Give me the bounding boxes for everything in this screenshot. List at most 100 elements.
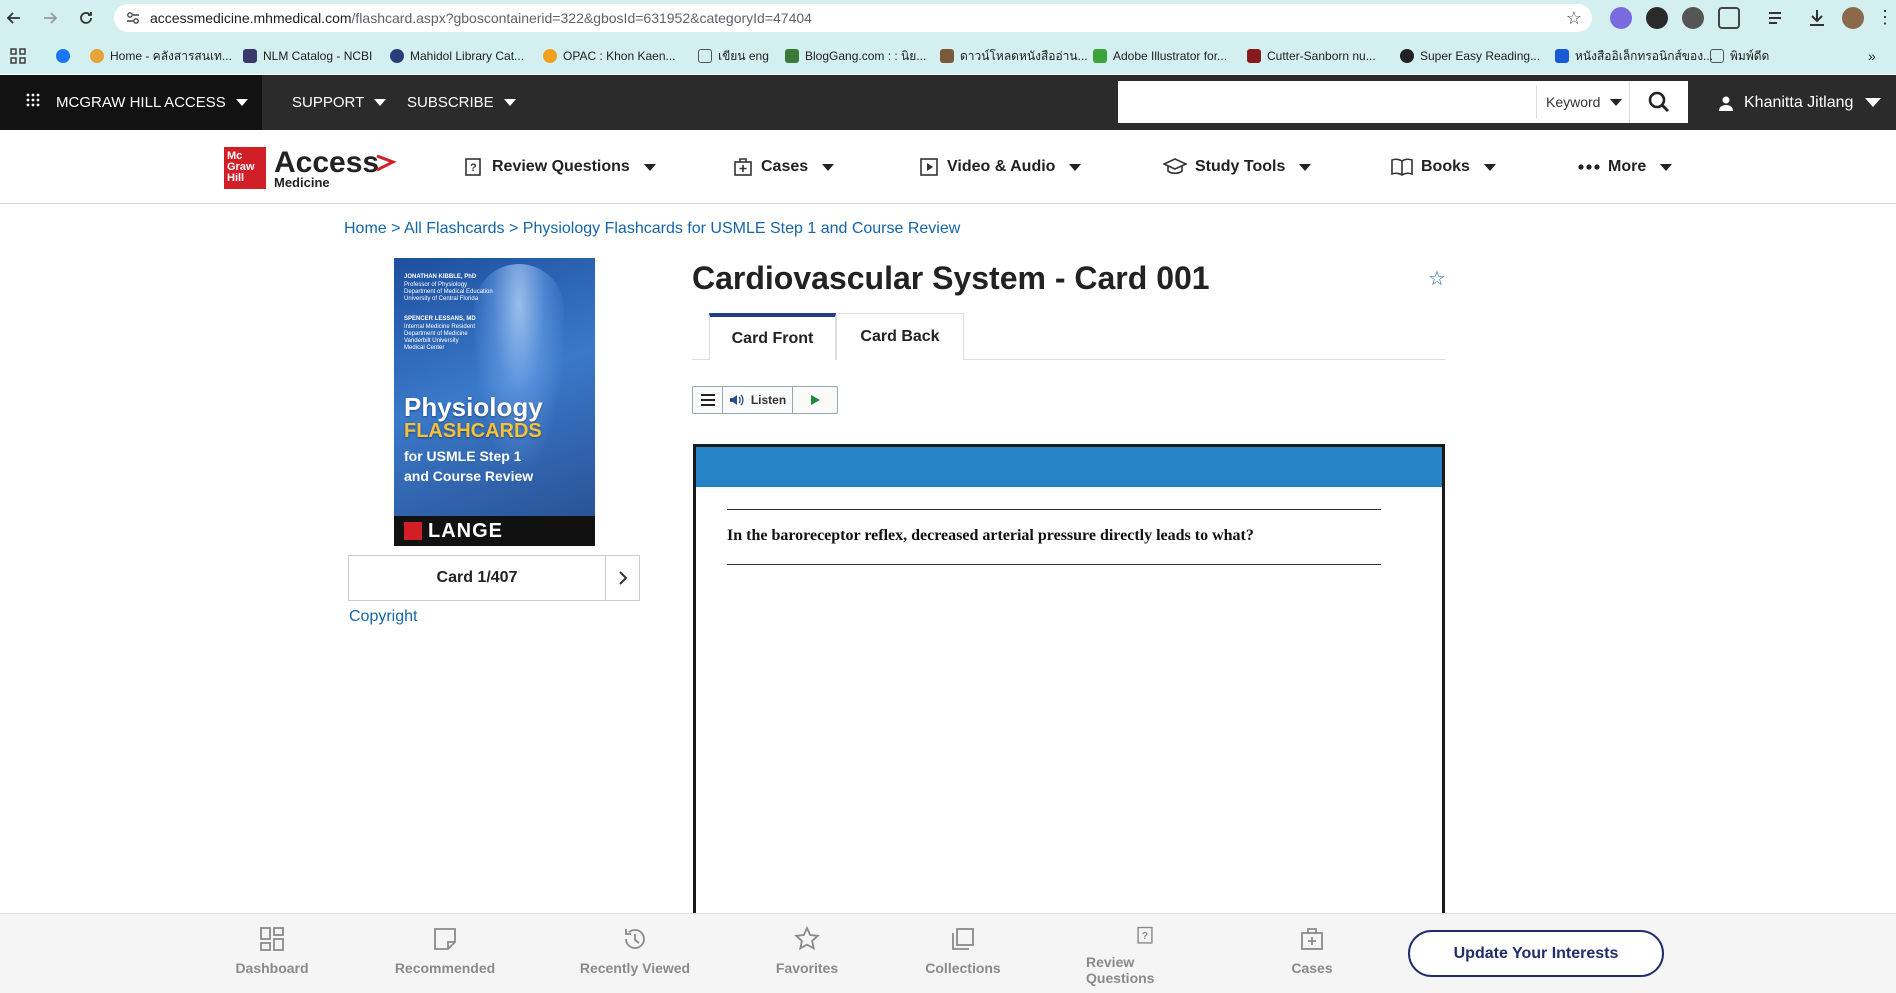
- forward-icon[interactable]: [38, 6, 62, 30]
- nav-books[interactable]: Books: [1391, 130, 1496, 204]
- menu-dots-icon[interactable]: ⋮: [1874, 7, 1896, 29]
- cover-author-detail: Department of Medicine: [404, 331, 468, 337]
- nav-study-tools[interactable]: Study Tools: [1163, 130, 1312, 204]
- bookmark-star-icon[interactable]: ☆: [1566, 8, 1582, 29]
- favorite-star-icon[interactable]: ☆: [1428, 266, 1446, 291]
- tab-card-back[interactable]: Card Back: [836, 313, 964, 360]
- search-button[interactable]: [1629, 81, 1687, 123]
- keyword-select[interactable]: Keyword: [1546, 81, 1623, 123]
- update-interests-button[interactable]: Update Your Interests: [1408, 930, 1664, 977]
- extension-icon[interactable]: [1610, 7, 1632, 29]
- bookmark-label: OPAC : Khon Kaen...: [563, 49, 676, 63]
- flashcard-question: In the baroreceptor reflex, decreased ar…: [727, 527, 1254, 544]
- nav-review-questions[interactable]: ? Review Questions: [464, 130, 656, 204]
- graduation-cap-icon: [1163, 158, 1187, 175]
- reading-list-icon[interactable]: [1766, 7, 1788, 29]
- cover-line: for USMLE Step 1: [404, 448, 522, 464]
- cover-title: Physiology: [404, 392, 543, 422]
- bottom-collections[interactable]: Collections: [922, 926, 1004, 986]
- download-icon[interactable]: [1806, 7, 1828, 29]
- extension-icon[interactable]: [1646, 7, 1668, 29]
- listen-menu-button[interactable]: [693, 387, 723, 413]
- cover-author: SPENCER LESSANS, MD: [404, 316, 476, 322]
- profile-avatar[interactable]: [1842, 7, 1864, 29]
- bookmark-item[interactable]: Mahidol Library Cat...: [390, 47, 524, 65]
- bottom-dashboard[interactable]: Dashboard: [232, 926, 312, 986]
- next-card-button[interactable]: [605, 556, 640, 600]
- book-icon: [1391, 158, 1413, 176]
- cover-line: and Course Review: [404, 468, 534, 484]
- brand-menu[interactable]: MCGRAW HILL ACCESS: [0, 75, 262, 130]
- bottom-recommended[interactable]: Recommended: [392, 926, 498, 986]
- cover-author-detail: Department of Medical Education: [404, 289, 493, 295]
- nav-label: Study Tools: [1195, 158, 1286, 175]
- bottom-cases[interactable]: Cases: [1282, 926, 1342, 986]
- accessmedicine-logo[interactable]: Mc Graw Hill Access Medicine: [224, 147, 397, 189]
- bookmark-item[interactable]: NLM Catalog - NCBI: [243, 47, 372, 65]
- bookmark-item[interactable]: หนังสืออิเล็กทรอนิกส์ของ...: [1555, 47, 1713, 65]
- logo-text: Hill: [227, 172, 245, 184]
- facebook-icon[interactable]: [56, 47, 70, 65]
- listen-button[interactable]: Listen: [723, 387, 793, 413]
- user-name: Khanitta Jitlang: [1744, 93, 1854, 111]
- search-input[interactable]: [1118, 81, 1536, 123]
- bookmark-item[interactable]: ดาวน์โหลดหนังสืออ่าน...: [940, 47, 1088, 65]
- chevron-down-icon: [1069, 163, 1082, 171]
- bookmark-item[interactable]: BlogGang.com : : นิย...: [785, 47, 926, 65]
- cover-author-detail: Internal Medicine Resident: [404, 324, 476, 330]
- dashboard-icon: [260, 927, 284, 951]
- apps-grid-icon[interactable]: [10, 47, 26, 65]
- bottom-label: Collections: [925, 960, 1001, 976]
- bookmark-folder[interactable]: เขียน eng: [698, 47, 769, 65]
- bookmark-item[interactable]: Super Easy Reading...: [1400, 47, 1540, 65]
- more-bookmarks-icon[interactable]: »: [1868, 47, 1876, 65]
- book-cover[interactable]: JONATHAN KIBBLE, PhD Professor of Physio…: [394, 258, 595, 546]
- chevron-down-icon: [643, 163, 656, 171]
- breadcrumb-all-flashcards[interactable]: All Flashcards: [404, 220, 504, 237]
- svg-text:?: ?: [470, 162, 477, 174]
- bottom-review-questions[interactable]: ? Review Questions: [1086, 926, 1204, 986]
- chevron-down-icon: [822, 163, 835, 171]
- brand-label: MCGRAW HILL ACCESS: [56, 94, 226, 111]
- bottom-favorites[interactable]: Favorites: [771, 926, 843, 986]
- nav-cases[interactable]: Cases: [733, 130, 835, 204]
- nav-label: Cases: [761, 158, 809, 175]
- extensions-puzzle-icon[interactable]: [1718, 7, 1740, 29]
- chevron-down-icon: [1660, 163, 1673, 171]
- bookmark-label: Super Easy Reading...: [1420, 49, 1541, 63]
- bottom-recently-viewed[interactable]: Recently Viewed: [578, 926, 692, 986]
- bookmark-item[interactable]: Adobe Illustrator for...: [1093, 47, 1227, 65]
- extension-icon[interactable]: [1682, 7, 1704, 29]
- bookmark-item[interactable]: OPAC : Khon Kaen...: [543, 47, 676, 65]
- reload-icon[interactable]: [74, 6, 98, 30]
- chevron-down-icon: [1299, 163, 1312, 171]
- bookmark-favicon: [390, 49, 404, 63]
- nav-video-audio[interactable]: Video & Audio: [919, 130, 1082, 204]
- review-questions-icon: ?: [465, 158, 481, 176]
- bookmark-folder[interactable]: พิมพ์ดีด: [1710, 47, 1769, 65]
- tab-card-front[interactable]: Card Front: [709, 313, 836, 360]
- bookmark-item[interactable]: Cutter-Sanborn nu...: [1247, 47, 1376, 65]
- play-button[interactable]: [793, 387, 837, 413]
- nav-label: Review Questions: [492, 158, 630, 175]
- logo-arrow-icon: [376, 154, 397, 172]
- breadcrumb-current[interactable]: Physiology Flashcards for USMLE Step 1 a…: [523, 220, 961, 237]
- flashcard-header-band: [696, 447, 1442, 487]
- breadcrumb-home[interactable]: Home: [344, 220, 387, 237]
- support-menu[interactable]: SUPPORT: [292, 75, 387, 130]
- bookmark-favicon: [1555, 49, 1569, 63]
- bottom-label: Recommended: [394, 960, 496, 976]
- nav-more[interactable]: More: [1578, 130, 1673, 204]
- bookmark-label: BlogGang.com : : นิย...: [805, 48, 927, 63]
- user-menu[interactable]: Khanitta Jitlang: [1718, 75, 1882, 130]
- copyright-link[interactable]: Copyright: [349, 608, 417, 626]
- subscribe-menu[interactable]: SUBSCRIBE: [407, 75, 516, 130]
- address-bar[interactable]: accessmedicine.mhmedical.com/flashcard.a…: [114, 4, 1592, 32]
- bookmarks-bar: Home - คลังสารสนเท... NLM Catalog - NCBI…: [0, 36, 1896, 74]
- back-icon[interactable]: [2, 6, 26, 30]
- search-icon: [1648, 91, 1669, 112]
- site-info-icon[interactable]: [124, 9, 142, 27]
- recommended-icon: [434, 928, 456, 950]
- bookmark-label: หนังสืออิเล็กทรอนิกส์ของ...: [1575, 48, 1714, 63]
- bookmark-item[interactable]: Home - คลังสารสนเท...: [90, 47, 232, 65]
